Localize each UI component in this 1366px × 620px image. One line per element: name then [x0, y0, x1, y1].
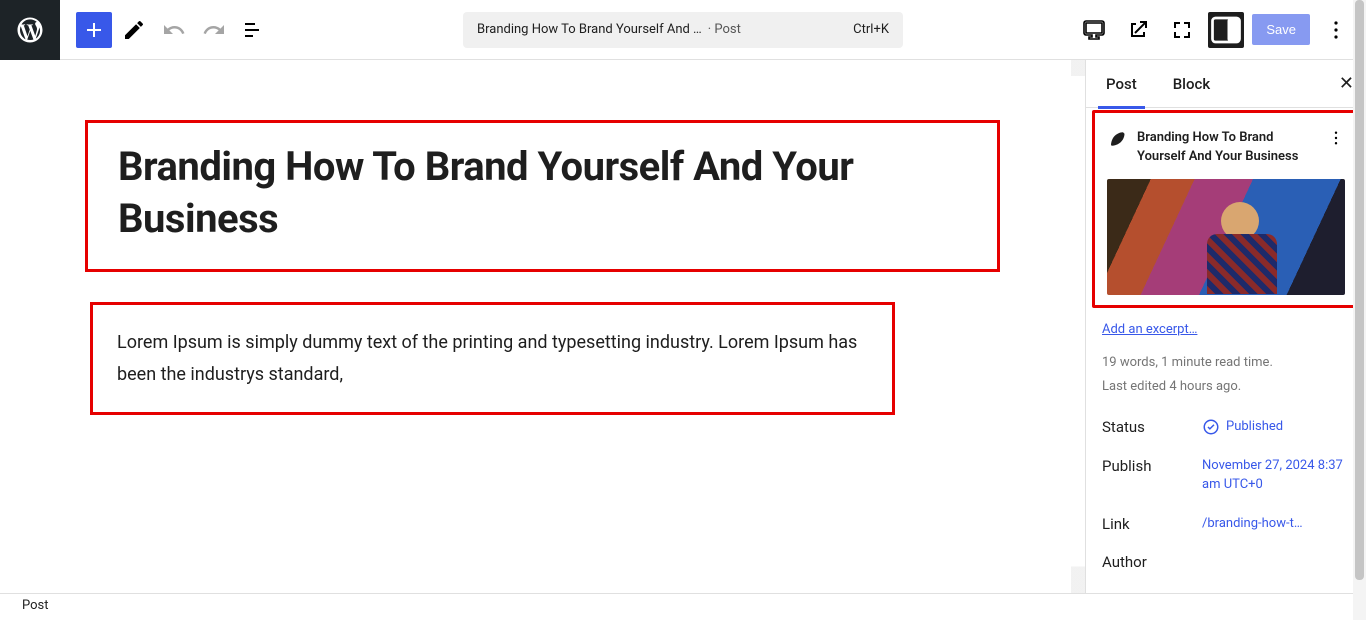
post-fields: Status Published Publish November 27, 20…	[1086, 400, 1366, 581]
add-block-button[interactable]	[76, 12, 112, 48]
wordpress-icon	[15, 15, 45, 45]
link-label: Link	[1102, 515, 1202, 533]
preview-button[interactable]	[1120, 12, 1156, 48]
settings-toggle[interactable]	[1208, 12, 1244, 48]
last-edited: Last edited 4 hours ago.	[1102, 375, 1350, 400]
tab-block[interactable]: Block	[1169, 60, 1214, 108]
options-button[interactable]	[1318, 12, 1354, 48]
left-tool-group	[60, 12, 272, 48]
undo-icon	[162, 18, 186, 42]
command-pill[interactable]: Branding How To Brand Yourself And … · P…	[463, 12, 903, 48]
expand-icon	[1170, 18, 1194, 42]
publish-label: Publish	[1102, 457, 1202, 475]
edit-mode-button[interactable]	[116, 12, 152, 48]
sidebar-tabs: Post Block ✕	[1086, 60, 1366, 108]
undo-button[interactable]	[156, 12, 192, 48]
post-type-icon	[1107, 129, 1127, 149]
page-scrollbar[interactable]	[1353, 0, 1366, 620]
breadcrumb[interactable]: Post	[0, 593, 1366, 620]
dots-vertical-icon	[1327, 129, 1345, 147]
annotation-paragraph-box: Lorem Ipsum is simply dummy text of the …	[90, 302, 895, 415]
author-label: Author	[1102, 553, 1202, 571]
wp-logo[interactable]	[0, 0, 60, 60]
settings-sidebar: Post Block ✕ Branding How To Brand Yours…	[1086, 60, 1366, 593]
outline-icon	[242, 18, 266, 42]
command-title: Branding How To Brand Yourself And …	[477, 22, 702, 37]
word-count: 19 words, 1 minute read time.	[1102, 351, 1350, 376]
annotation-title-box: Branding How To Brand Yourself And Your …	[85, 120, 1000, 272]
command-type: · Post	[708, 22, 741, 37]
publish-value[interactable]: November 27, 2024 8:37 am UTC+0	[1202, 457, 1350, 495]
post-summary-header: Branding How To Brand Yourself And Your …	[1095, 113, 1357, 175]
status-value[interactable]: Published	[1202, 418, 1350, 437]
redo-icon	[202, 18, 226, 42]
annotation-sidebar-box: Branding How To Brand Yourself And Your …	[1092, 110, 1360, 308]
sidebar-post-title: Branding How To Brand Yourself And Your …	[1137, 129, 1317, 167]
feather-icon	[1108, 130, 1126, 148]
command-shortcut: Ctrl+K	[853, 22, 889, 37]
editor-scrollbar[interactable]	[1071, 60, 1085, 593]
post-title[interactable]: Branding How To Brand Yourself And Your …	[118, 141, 967, 245]
tab-post[interactable]: Post	[1102, 60, 1141, 108]
post-actions-button[interactable]	[1327, 129, 1345, 151]
sidebar-icon	[1208, 12, 1244, 48]
main-area: Branding How To Brand Yourself And Your …	[0, 60, 1366, 593]
check-circle-icon	[1202, 418, 1220, 436]
redo-button[interactable]	[196, 12, 232, 48]
save-button[interactable]: Save	[1252, 14, 1310, 45]
editor-canvas[interactable]: Branding How To Brand Yourself And Your …	[0, 60, 1086, 593]
link-value[interactable]: /branding-how-t…	[1202, 515, 1350, 534]
external-icon	[1126, 18, 1150, 42]
add-excerpt-link[interactable]: Add an excerpt…	[1086, 322, 1366, 337]
desktop-icon	[1082, 18, 1106, 42]
view-desktop-button[interactable]	[1076, 12, 1112, 48]
featured-image[interactable]	[1107, 179, 1345, 295]
plus-icon	[82, 18, 106, 42]
document-overview-button[interactable]	[236, 12, 272, 48]
top-toolbar: Branding How To Brand Yourself And … · P…	[0, 0, 1366, 60]
post-paragraph[interactable]: Lorem Ipsum is simply dummy text of the …	[117, 327, 868, 390]
dots-vertical-icon	[1324, 18, 1348, 42]
right-tool-group: Save	[1076, 12, 1354, 48]
close-sidebar-button[interactable]: ✕	[1339, 73, 1354, 94]
fullscreen-button[interactable]	[1164, 12, 1200, 48]
status-label: Status	[1102, 418, 1202, 436]
pencil-icon	[122, 18, 146, 42]
post-meta: 19 words, 1 minute read time. Last edite…	[1086, 337, 1366, 400]
